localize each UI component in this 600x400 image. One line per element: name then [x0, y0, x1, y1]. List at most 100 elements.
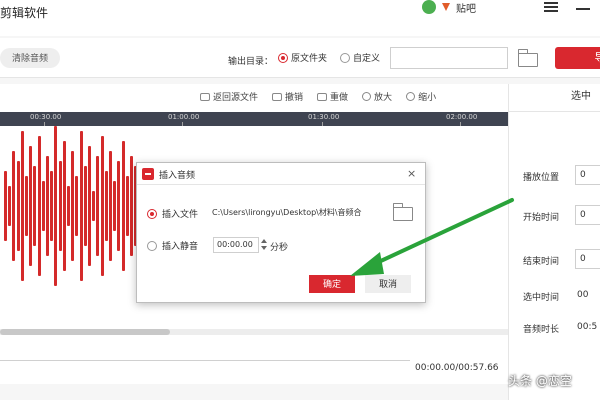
edit-actions: 返回源文件 撤销 重做 放大 缩小: [200, 90, 436, 103]
start-time-label: 开始时间: [523, 213, 560, 223]
play-position-field[interactable]: 0: [575, 165, 600, 185]
user-area[interactable]: 贴吧: [422, 0, 476, 15]
restore-label: 返回源文件: [213, 93, 259, 103]
waveform-bar: [58, 161, 62, 251]
waveform-bar: [50, 171, 54, 241]
restore-source-button[interactable]: 返回源文件: [200, 90, 258, 103]
waveform-bar: [83, 166, 87, 246]
duration-spinner-icon[interactable]: [261, 237, 267, 253]
insert-silence-label: 插入静音: [162, 242, 199, 252]
toolbar: 清除音频 输出目录： 原文件夹 自定义 导: [0, 38, 600, 78]
waveform-bar: [46, 156, 49, 256]
zoom-out-label: 缩小: [418, 93, 437, 103]
ok-button[interactable]: 确定: [309, 275, 355, 293]
waveform-bar: [67, 186, 70, 226]
radio-insert-file[interactable]: 插入文件: [147, 207, 198, 220]
waveform-bar: [54, 126, 58, 286]
waveform-bar: [121, 141, 125, 271]
end-time-label: 结束时间: [523, 257, 560, 267]
silence-duration-input[interactable]: 00:00.00: [213, 237, 259, 253]
vip-icon: [442, 3, 450, 11]
app-logo-icon: [142, 168, 154, 180]
zoom-in-icon: [362, 92, 372, 101]
audio-duration-label: 音频时长: [523, 325, 560, 335]
dialog-title: 插入音频: [159, 171, 196, 181]
ruler-label: 00:30.00: [30, 113, 62, 121]
properties-panel: 选中 播放位置 0 开始时间 0 结束时间 0 选中时间 00 音频时长 00:…: [508, 84, 600, 400]
waveform-bar: [20, 131, 24, 281]
timeline-ruler[interactable]: 00:30.00 01:00.00 01:30.00 02:00.00: [0, 112, 508, 126]
waveform-bar: [92, 191, 96, 221]
selected-time-value: 00: [577, 290, 589, 300]
menu-icon[interactable]: [544, 2, 558, 12]
waveform-bar: [113, 181, 117, 231]
undo-label: 撤销: [285, 93, 304, 103]
end-time-field[interactable]: 0: [575, 249, 600, 269]
radio-source-folder-circle[interactable]: [278, 52, 288, 63]
clear-audio-button[interactable]: 清除音频: [0, 48, 60, 68]
zoom-in-label: 放大: [374, 93, 393, 103]
start-time-field[interactable]: 0: [575, 205, 600, 225]
dialog-title-bar: 插入音频 ×: [137, 163, 425, 185]
export-button[interactable]: 导: [555, 47, 600, 69]
radio-custom-circle[interactable]: [340, 52, 350, 63]
play-position-label: 播放位置: [523, 173, 560, 183]
avatar[interactable]: [422, 0, 436, 14]
waveform-bar: [130, 156, 133, 256]
radio-insert-silence[interactable]: 插入静音: [147, 239, 198, 252]
radio-custom-label: 自定义: [353, 54, 381, 64]
waveform-bar: [117, 161, 121, 251]
waveform-bar: [4, 171, 7, 241]
waveform-bar: [62, 141, 66, 271]
audio-duration-value: 00:5: [577, 322, 598, 332]
username[interactable]: 贴吧: [456, 0, 476, 15]
waveform-bar: [71, 151, 75, 261]
app-title: 剪辑软件: [0, 6, 49, 20]
output-path-input[interactable]: [390, 47, 508, 69]
radio-source-folder-label: 原文件夹: [291, 54, 328, 64]
radio-custom[interactable]: 自定义: [340, 51, 380, 64]
output-dir-label: 输出目录：: [228, 57, 274, 67]
redo-button[interactable]: 重做: [317, 90, 348, 103]
waveform-bar: [79, 131, 83, 281]
waveform-bar: [104, 171, 108, 241]
horizontal-scrollbar[interactable]: [0, 329, 170, 335]
zoom-out-button[interactable]: 缩小: [406, 90, 436, 103]
radio-insert-silence-circle[interactable]: [147, 240, 157, 251]
time-readout: 00:00.00/00:57.66: [415, 363, 499, 373]
file-path-field[interactable]: C:\Users\lirongyu\Desktop\材料\音频合: [212, 205, 385, 221]
waveform-bar: [8, 186, 12, 226]
browse-folder-icon[interactable]: [392, 203, 413, 221]
close-icon[interactable]: ×: [407, 167, 416, 180]
silence-unit-label: 分秒: [270, 243, 289, 253]
zoom-in-button[interactable]: 放大: [362, 90, 392, 103]
waveform-bar: [75, 176, 79, 236]
radio-source-folder[interactable]: 原文件夹: [278, 51, 327, 64]
ruler-label: 02:00.00: [446, 113, 478, 121]
folder-icon[interactable]: [517, 49, 538, 67]
selected-time-label: 选中时间: [523, 293, 560, 303]
panel-header[interactable]: 选中: [509, 84, 600, 112]
redo-icon: [317, 92, 328, 101]
radio-insert-file-circle[interactable]: [147, 208, 157, 219]
waveform-bar: [125, 176, 129, 236]
waveform-bar: [96, 156, 100, 256]
cancel-button[interactable]: 取消: [365, 275, 411, 293]
waveform-bar: [16, 161, 20, 251]
waveform-bar: [37, 136, 41, 276]
insert-audio-dialog: 插入音频 × 插入文件 C:\Users\lirongyu\Desktop\材料…: [136, 162, 426, 303]
waveform-bar: [29, 146, 33, 266]
waveform-bar: [12, 151, 16, 261]
title-bar: 剪辑软件 贴吧: [0, 0, 600, 36]
ruler-label: 01:00.00: [168, 113, 200, 121]
waveform-bar: [100, 136, 104, 276]
restore-icon: [200, 92, 210, 101]
waveform-bar: [25, 176, 28, 236]
minimize-icon[interactable]: [576, 8, 590, 10]
divider: [0, 360, 410, 361]
undo-button[interactable]: 撤销: [272, 90, 303, 103]
waveform-bar: [33, 166, 37, 246]
ruler-label: 01:30.00: [308, 113, 340, 121]
waveform-bar: [109, 151, 112, 261]
zoom-out-icon: [406, 92, 416, 101]
